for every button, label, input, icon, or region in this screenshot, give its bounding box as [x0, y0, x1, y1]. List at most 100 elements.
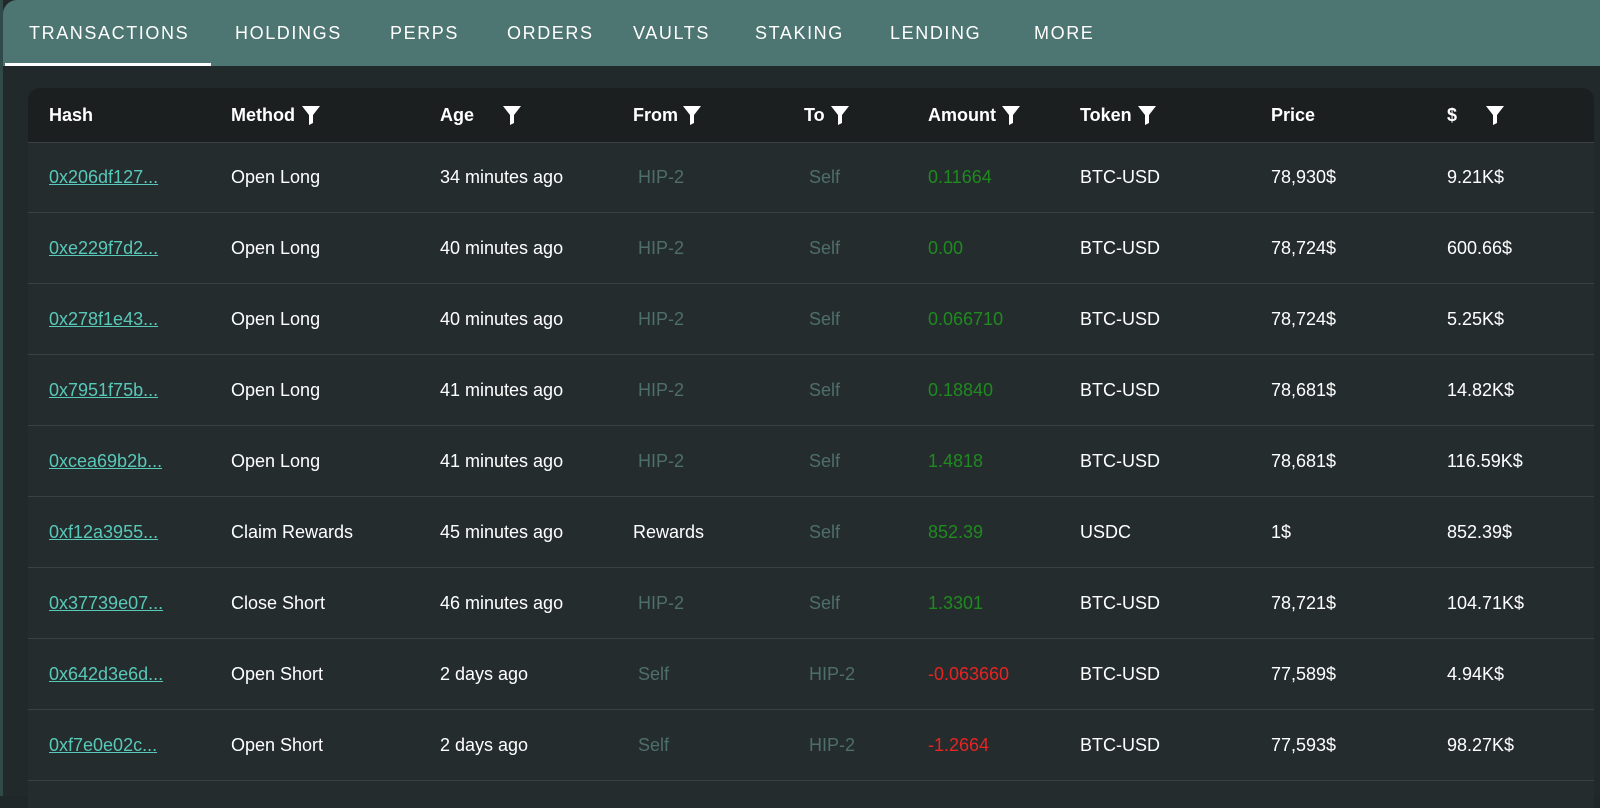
tx-token: BTC-USD — [1080, 380, 1160, 400]
tx-age: 45 minutes ago — [440, 522, 564, 542]
tx-price: 78,930$ — [1271, 167, 1337, 187]
tab-staking[interactable]: STAKING — [755, 0, 844, 66]
tx-amount: 0.18840 — [928, 380, 994, 400]
tx-amount: -0.063660 — [928, 664, 1010, 684]
table-row: 0x206df127... Open Long 34 minutes ago H… — [28, 142, 1594, 213]
column-header-price: Price — [1271, 105, 1316, 125]
tx-price: 77,589$ — [1271, 664, 1337, 684]
tab-bar: TRANSACTIONS HOLDINGS PERPS ORDERS VAULT… — [3, 0, 1600, 66]
tx-price: 78,721$ — [1271, 593, 1337, 613]
tab-holdings[interactable]: HOLDINGS — [235, 0, 342, 66]
tx-method: Open Short — [231, 664, 324, 684]
tx-token: BTC-USD — [1080, 664, 1160, 684]
tx-amount: 0.00 — [928, 238, 964, 258]
tx-from: HIP-2 — [638, 593, 685, 613]
tx-hash-link[interactable]: 0x278f1e43... — [49, 284, 158, 354]
usd-filter-icon[interactable] — [1483, 103, 1507, 127]
table-row: 0xe229f7d2... Open Long 40 minutes ago H… — [28, 213, 1594, 284]
tx-amount: 852.39 — [928, 522, 984, 542]
tx-hash-link[interactable]: 0x642d3e6d... — [49, 639, 163, 709]
tx-to: Self — [809, 380, 841, 400]
tx-usd-value: 98.27K$ — [1447, 735, 1515, 755]
column-header-to: To — [804, 105, 825, 125]
table-header: Hash Method Age From To Amount Token Pri… — [28, 88, 1594, 143]
tx-hash-link[interactable]: 0x7951f75b... — [49, 355, 158, 425]
tx-from: HIP-2 — [638, 380, 685, 400]
tx-age: 34 minutes ago — [440, 167, 564, 187]
tx-price: 78,724$ — [1271, 309, 1337, 329]
column-header-from: From — [633, 105, 678, 125]
column-header-amount: Amount — [928, 105, 996, 125]
tab-perps[interactable]: PERPS — [390, 0, 459, 66]
tx-from: HIP-2 — [638, 167, 685, 187]
tx-age: 40 minutes ago — [440, 238, 564, 258]
tab-vaults[interactable]: VAULTS — [633, 0, 710, 66]
column-header-age: Age — [440, 105, 475, 125]
tx-from: HIP-2 — [638, 309, 685, 329]
transactions-table: Hash Method Age From To Amount Token Pri… — [28, 88, 1594, 808]
tx-token: BTC-USD — [1080, 309, 1160, 329]
tx-method: Open Long — [231, 451, 321, 471]
table-row: 0x642d3e6d... Open Short 2 days ago Self… — [28, 639, 1594, 710]
tx-hash-link[interactable]: 0xcea69b2b... — [49, 426, 162, 496]
tx-amount: 0.11664 — [928, 167, 992, 187]
tx-usd-value: 600.66$ — [1447, 238, 1513, 258]
token-filter-icon[interactable] — [1135, 103, 1159, 127]
tx-price: 78,724$ — [1271, 238, 1337, 258]
tx-token: BTC-USD — [1080, 451, 1160, 471]
tx-hash-link[interactable]: 0xe229f7d2... — [49, 213, 158, 283]
tx-usd-value: 14.82K$ — [1447, 380, 1515, 400]
tx-age: 2 days ago — [440, 735, 529, 755]
to-filter-icon[interactable] — [828, 103, 852, 127]
tx-to: Self — [809, 238, 841, 258]
tab-orders[interactable]: ORDERS — [507, 0, 594, 66]
tx-age: 2 days ago — [440, 664, 529, 684]
table-row: 0x37739e07... Close Short 46 minutes ago… — [28, 568, 1594, 639]
tab-transactions[interactable]: TRANSACTIONS — [4, 0, 212, 66]
tx-method: Open Long — [231, 380, 321, 400]
tx-from: Self — [638, 735, 670, 755]
app-frame: TRANSACTIONS HOLDINGS PERPS ORDERS VAULT… — [0, 0, 1600, 808]
tab-more[interactable]: MORE — [1034, 0, 1094, 66]
tx-usd-value: 116.59K$ — [1447, 451, 1523, 471]
tx-hash-link[interactable]: 0xf12a3955... — [49, 497, 158, 567]
tx-age: 40 minutes ago — [440, 309, 564, 329]
tx-token: BTC-USD — [1080, 167, 1160, 187]
tx-token: USDC — [1080, 522, 1132, 542]
tx-method: Claim Rewards — [231, 522, 354, 542]
tx-to: Self — [809, 451, 841, 471]
tab-lending[interactable]: LENDING — [890, 0, 981, 66]
column-header-usd: $ — [1447, 105, 1458, 125]
tx-to: Self — [809, 593, 841, 613]
tx-usd-value: 104.71K$ — [1447, 593, 1525, 613]
tx-amount: 1.3301 — [928, 593, 984, 613]
tx-token: BTC-USD — [1080, 238, 1160, 258]
tx-amount: -1.2664 — [928, 735, 990, 755]
column-header-method: Method — [231, 105, 295, 125]
table-row: 0x278f1e43... Open Long 40 minutes ago H… — [28, 284, 1594, 355]
from-filter-icon[interactable] — [680, 103, 704, 127]
amount-filter-icon[interactable] — [999, 103, 1023, 127]
tx-price: 1$ — [1271, 522, 1292, 542]
table-row: 0xf7e0e02c... Open Short 2 days ago Self… — [28, 710, 1594, 781]
table-row: 0xcea69b2b... Open Long 41 minutes ago H… — [28, 426, 1594, 497]
tx-price: 77,593$ — [1271, 735, 1337, 755]
tx-method: Open Long — [231, 238, 321, 258]
tx-from: HIP-2 — [638, 238, 685, 258]
tx-method: Open Long — [231, 309, 321, 329]
method-filter-icon[interactable] — [299, 103, 323, 127]
tx-hash-link[interactable]: 0x206df127... — [49, 142, 158, 212]
table-row: 0xf12a3955... Claim Rewards 45 minutes a… — [28, 497, 1594, 568]
tx-hash-link[interactable]: 0xf7e0e02c... — [49, 710, 157, 780]
column-header-token: Token — [1080, 105, 1132, 125]
tx-hash-link[interactable]: 0x37739e07... — [49, 568, 163, 638]
tx-usd-value: 852.39$ — [1447, 522, 1513, 542]
tx-to: Self — [809, 167, 841, 187]
column-header-hash: Hash — [49, 105, 94, 125]
age-filter-icon[interactable] — [500, 103, 524, 127]
tx-token: BTC-USD — [1080, 735, 1160, 755]
tx-from: HIP-2 — [638, 451, 685, 471]
tx-token: BTC-USD — [1080, 593, 1160, 613]
tx-usd-value: 4.94K$ — [1447, 664, 1505, 684]
tx-from: Self — [638, 664, 670, 684]
